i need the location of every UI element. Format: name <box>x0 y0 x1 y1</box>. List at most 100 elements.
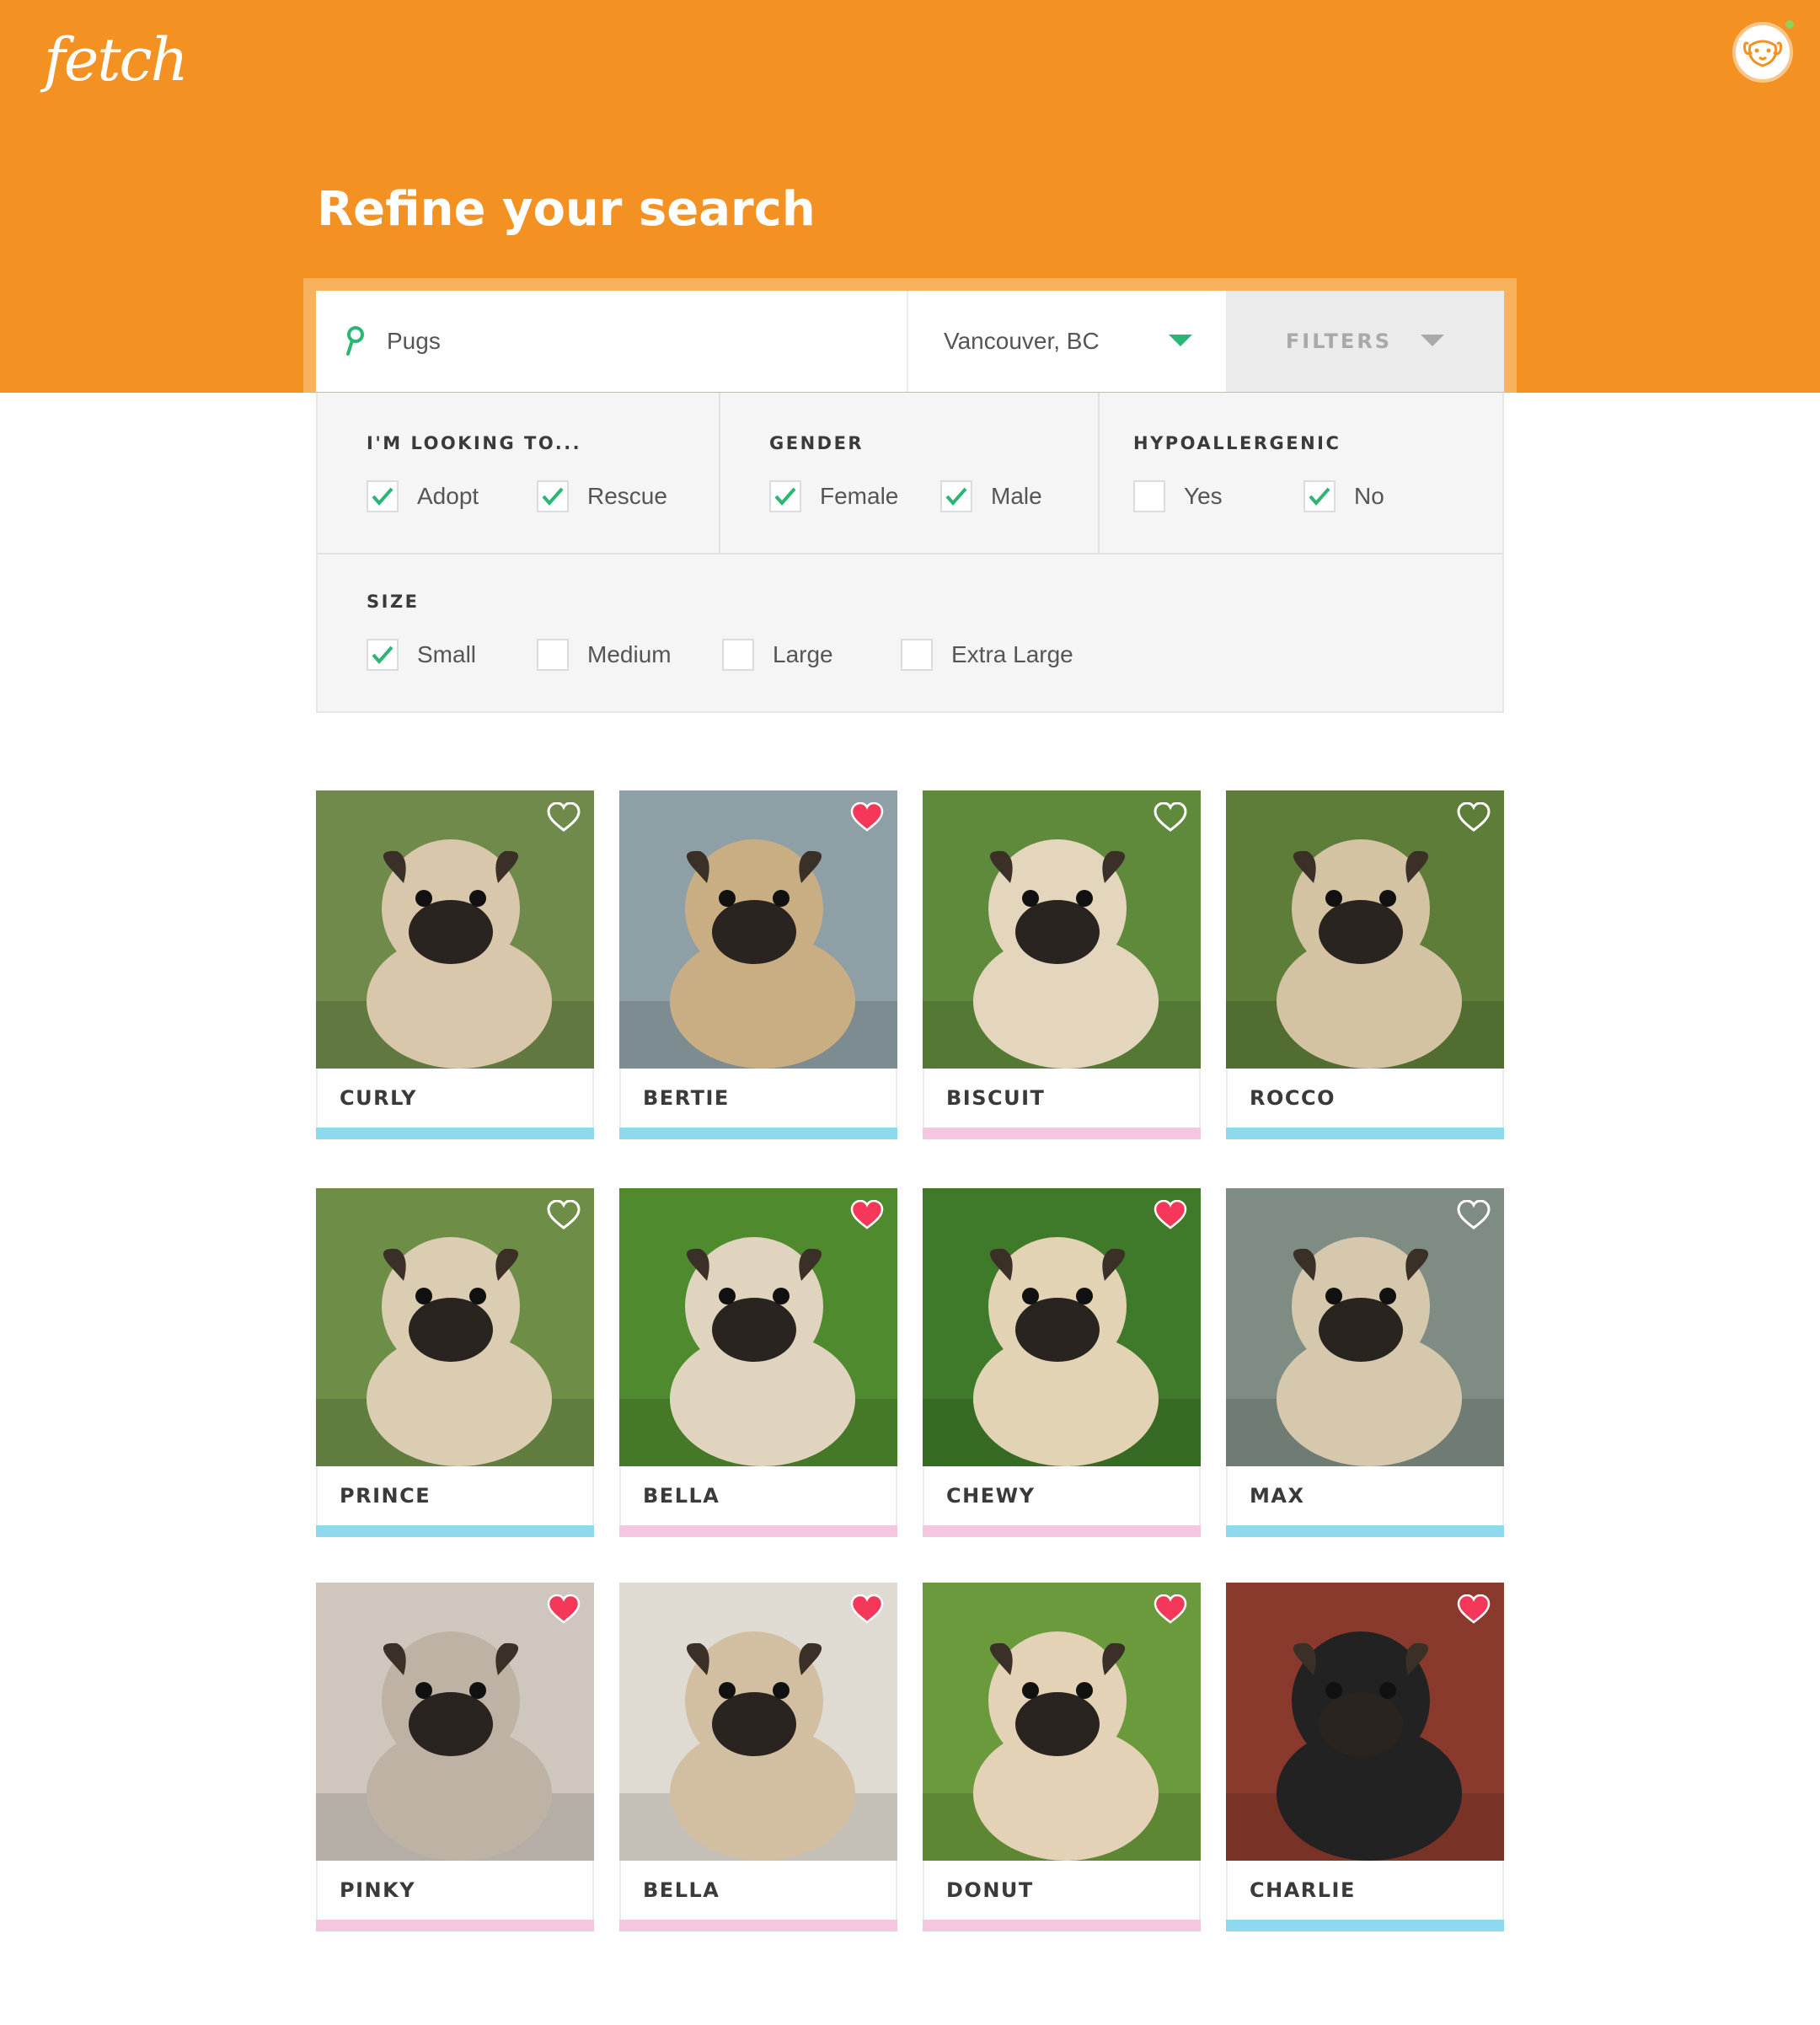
option-rescue[interactable]: Rescue <box>537 480 667 512</box>
logo[interactable]: fetch <box>44 25 189 94</box>
heart-filled-icon[interactable] <box>1457 1594 1491 1625</box>
option-label: Female <box>820 483 899 509</box>
page: fetch Refine your search Pugs Vancouver,… <box>0 0 1820 2025</box>
option-no[interactable]: No <box>1303 480 1384 512</box>
checkbox[interactable] <box>769 480 801 512</box>
checkbox[interactable] <box>367 480 399 512</box>
pet-name: CHARLIE <box>1250 1878 1356 1902</box>
option-medium[interactable]: Medium <box>537 639 722 671</box>
pet-card[interactable]: MAX <box>1226 1188 1504 1537</box>
option-yes[interactable]: Yes <box>1133 480 1303 512</box>
pet-photo <box>619 790 897 1069</box>
gender-indicator <box>923 1920 1201 1931</box>
chevron-down-icon <box>1169 335 1192 346</box>
option-label: Medium <box>587 641 672 667</box>
gender-indicator <box>1226 1920 1504 1931</box>
pet-card[interactable]: CHEWY <box>923 1188 1201 1537</box>
gender-indicator <box>316 1920 594 1931</box>
checkbox[interactable] <box>901 639 933 671</box>
gender-indicator <box>316 1525 594 1537</box>
filter-heading: GENDER <box>769 433 864 453</box>
heart-outline-icon[interactable] <box>1457 1200 1491 1230</box>
heart-filled-icon[interactable] <box>850 1594 884 1625</box>
option-extra-large[interactable]: Extra Large <box>901 639 1073 671</box>
checkbox[interactable] <box>722 639 754 671</box>
pet-photo <box>923 790 1201 1069</box>
gender-indicator <box>923 1525 1201 1537</box>
checkbox[interactable] <box>940 480 972 512</box>
pet-photo <box>316 790 594 1069</box>
pet-name-bar: CHEWY <box>923 1466 1201 1525</box>
gender-indicator <box>619 1920 897 1931</box>
filters-button[interactable]: FILTERS <box>1226 291 1504 392</box>
pet-name-bar: CHARLIE <box>1226 1861 1504 1920</box>
filter-group-size: SIZE Small Medium Large Extra Large <box>318 554 1502 711</box>
heart-filled-icon[interactable] <box>850 1200 884 1230</box>
filter-group-hypoallergenic: HYPOALLERGENIC Yes No <box>1098 393 1502 553</box>
search-input[interactable]: Pugs <box>316 291 908 392</box>
checkbox[interactable] <box>367 639 399 671</box>
pet-name: BISCUIT <box>946 1086 1046 1110</box>
option-label: Rescue <box>587 483 667 509</box>
pet-card[interactable]: PINKY <box>316 1583 594 1931</box>
heart-filled-icon[interactable] <box>1154 1594 1187 1625</box>
option-label: Extra Large <box>951 641 1073 667</box>
pet-name-bar: BERTIE <box>619 1069 897 1128</box>
option-small[interactable]: Small <box>367 639 537 671</box>
location-value: Vancouver, BC <box>944 328 1100 354</box>
pet-name: CURLY <box>340 1086 418 1110</box>
heart-outline-icon[interactable] <box>547 1200 581 1230</box>
filter-panel: I'M LOOKING TO... Adopt Rescue GENDER Fe… <box>316 393 1504 713</box>
pet-name-bar: BISCUIT <box>923 1069 1201 1128</box>
user-avatar[interactable] <box>1732 22 1793 83</box>
pet-card[interactable]: DONUT <box>923 1583 1201 1931</box>
filter-row: I'M LOOKING TO... Adopt Rescue GENDER Fe… <box>318 393 1502 554</box>
pet-name-bar: BELLA <box>619 1466 897 1525</box>
checkbox[interactable] <box>1303 480 1336 512</box>
chevron-down-icon <box>1421 335 1445 346</box>
filter-heading: SIZE <box>367 592 420 612</box>
checkmark-icon <box>542 487 564 506</box>
option-label: Small <box>417 641 477 667</box>
checkmark-icon <box>774 487 796 506</box>
heart-filled-icon[interactable] <box>547 1594 581 1625</box>
option-female[interactable]: Female <box>769 480 940 512</box>
option-label: Yes <box>1184 483 1223 509</box>
pet-name: CHEWY <box>946 1484 1036 1508</box>
option-male[interactable]: Male <box>940 480 1042 512</box>
checkbox[interactable] <box>537 480 569 512</box>
pet-photo <box>619 1583 897 1861</box>
checkmark-icon <box>945 487 967 506</box>
pet-card[interactable]: CURLY <box>316 790 594 1139</box>
checkbox[interactable] <box>1133 480 1165 512</box>
gender-indicator <box>316 1128 594 1139</box>
heart-outline-icon[interactable] <box>1154 802 1187 833</box>
checkbox[interactable] <box>537 639 569 671</box>
gender-indicator <box>1226 1128 1504 1139</box>
option-adopt[interactable]: Adopt <box>367 480 537 512</box>
dog-face-icon <box>1743 40 1782 67</box>
pet-photo <box>1226 790 1504 1069</box>
pet-card[interactable]: BELLA <box>619 1188 897 1537</box>
checkmark-icon <box>372 646 393 664</box>
pet-photo <box>1226 1583 1504 1861</box>
option-large[interactable]: Large <box>722 639 901 671</box>
heart-filled-icon[interactable] <box>850 802 884 833</box>
gender-indicator <box>619 1525 897 1537</box>
heart-filled-icon[interactable] <box>1154 1200 1187 1230</box>
gender-indicator <box>923 1128 1201 1139</box>
heart-outline-icon[interactable] <box>547 802 581 833</box>
pet-card[interactable]: BISCUIT <box>923 790 1201 1139</box>
pet-name: ROCCO <box>1250 1086 1336 1110</box>
pet-name-bar: CURLY <box>316 1069 594 1128</box>
pet-photo <box>619 1188 897 1466</box>
pet-card[interactable]: ROCCO <box>1226 790 1504 1139</box>
pet-card[interactable]: CHARLIE <box>1226 1583 1504 1931</box>
pet-card[interactable]: PRINCE <box>316 1188 594 1537</box>
location-select[interactable]: Vancouver, BC <box>908 291 1226 392</box>
filters-label: FILTERS <box>1285 329 1393 353</box>
pet-card[interactable]: BELLA <box>619 1583 897 1931</box>
pet-card[interactable]: BERTIE <box>619 790 897 1139</box>
filter-heading: HYPOALLERGENIC <box>1133 433 1341 453</box>
heart-outline-icon[interactable] <box>1457 802 1491 833</box>
